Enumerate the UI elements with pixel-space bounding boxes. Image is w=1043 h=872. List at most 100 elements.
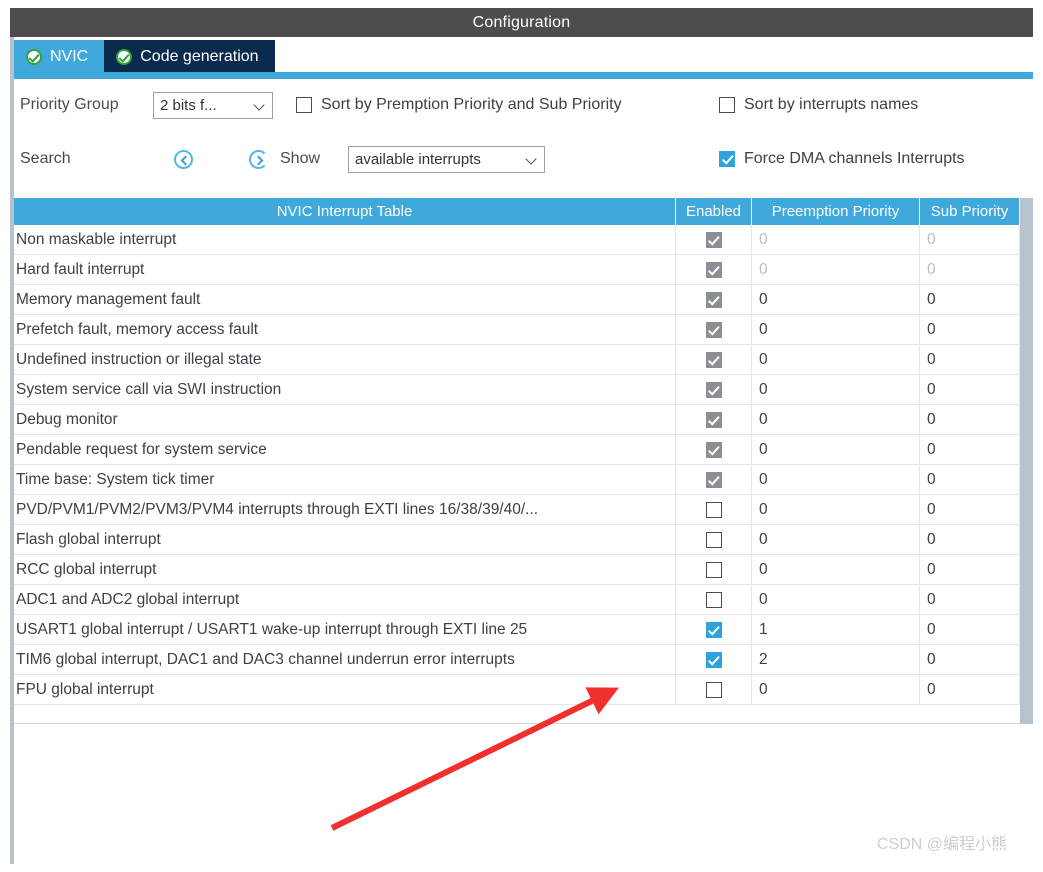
enabled-cell[interactable] xyxy=(676,645,752,674)
priority-group-value: 2 bits f... xyxy=(160,97,217,114)
enabled-checkbox[interactable] xyxy=(705,591,722,608)
show-filter-select[interactable]: available interrupts xyxy=(348,146,545,173)
enabled-cell[interactable] xyxy=(676,675,752,704)
enabled-checkbox[interactable] xyxy=(705,501,722,518)
table-row[interactable]: PVD/PVM1/PVM2/PVM3/PVM4 interrupts throu… xyxy=(14,495,1020,525)
enabled-cell[interactable] xyxy=(676,555,752,584)
sub-priority-cell[interactable]: 0 xyxy=(920,375,1020,404)
window-title-bar: Configuration xyxy=(10,8,1033,37)
table-row[interactable]: USART1 global interrupt / USART1 wake-up… xyxy=(14,615,1020,645)
preemption-priority-cell[interactable]: 2 xyxy=(752,645,920,674)
sub-priority-cell[interactable]: 0 xyxy=(920,645,1020,674)
enabled-cell[interactable] xyxy=(676,435,752,464)
interrupt-name-cell: Debug monitor xyxy=(14,405,676,434)
preemption-priority-cell[interactable]: 0 xyxy=(752,555,920,584)
preemption-priority-cell[interactable]: 0 xyxy=(752,465,920,494)
enabled-cell[interactable] xyxy=(676,285,752,314)
table-row[interactable]: Non maskable interrupt 0 0 xyxy=(14,225,1020,255)
sub-priority-cell[interactable]: 0 xyxy=(920,285,1020,314)
tab-underline-bar xyxy=(14,72,1033,79)
sort-by-names-checkbox-row[interactable]: Sort by interrupts names xyxy=(719,88,918,122)
sub-priority-cell[interactable]: 0 xyxy=(920,405,1020,434)
table-row[interactable]: System service call via SWI instruction 0… xyxy=(14,375,1020,405)
table-empty-area xyxy=(14,723,1020,860)
tab-code-generation[interactable]: Code generation xyxy=(104,40,275,73)
preemption-priority-cell[interactable]: 0 xyxy=(752,375,920,404)
column-header-preemption-priority[interactable]: Preemption Priority xyxy=(752,198,920,225)
table-row[interactable]: Debug monitor 0 0 xyxy=(14,405,1020,435)
preemption-priority-cell[interactable]: 0 xyxy=(752,525,920,554)
enabled-cell[interactable] xyxy=(676,375,752,404)
priority-group-select[interactable]: 2 bits f... xyxy=(153,92,273,119)
sub-priority-cell[interactable]: 0 xyxy=(920,555,1020,584)
preemption-priority-cell[interactable]: 0 xyxy=(752,495,920,524)
sub-priority-cell[interactable]: 0 xyxy=(920,315,1020,344)
sub-priority-cell[interactable]: 0 xyxy=(920,585,1020,614)
sub-priority-cell[interactable]: 0 xyxy=(920,525,1020,554)
enabled-cell[interactable] xyxy=(676,255,752,284)
page-title: Configuration xyxy=(472,13,571,31)
sort-by-premption-checkbox-row[interactable]: Sort by Premption Priority and Sub Prior… xyxy=(296,88,622,122)
force-dma-channels-checkbox[interactable] xyxy=(719,151,735,167)
circle-chevron-right-icon[interactable] xyxy=(249,150,268,169)
enabled-cell[interactable] xyxy=(676,345,752,374)
circle-chevron-left-icon[interactable] xyxy=(174,150,193,169)
enabled-cell[interactable] xyxy=(676,615,752,644)
sub-priority-cell[interactable]: 0 xyxy=(920,255,1020,284)
sub-priority-cell[interactable]: 0 xyxy=(920,465,1020,494)
table-row[interactable]: TIM6 global interrupt, DAC1 and DAC3 cha… xyxy=(14,645,1020,675)
preemption-priority-cell[interactable]: 0 xyxy=(752,285,920,314)
sort-by-interrupts-names-checkbox[interactable] xyxy=(719,97,735,113)
enabled-cell[interactable] xyxy=(676,525,752,554)
vertical-scrollbar[interactable] xyxy=(1020,198,1033,724)
preemption-priority-cell[interactable]: 0 xyxy=(752,435,920,464)
column-header-enabled[interactable]: Enabled xyxy=(676,198,752,225)
preemption-priority-cell[interactable]: 0 xyxy=(752,315,920,344)
enabled-cell[interactable] xyxy=(676,465,752,494)
enabled-checkbox[interactable] xyxy=(705,531,722,548)
sort-by-premption-label: Sort by Premption Priority and Sub Prior… xyxy=(321,96,622,113)
table-row[interactable]: Pendable request for system service 0 0 xyxy=(14,435,1020,465)
table-row[interactable]: RCC global interrupt 0 0 xyxy=(14,555,1020,585)
preemption-priority-cell[interactable]: 0 xyxy=(752,675,920,704)
priority-group-label: Priority Group xyxy=(20,96,119,113)
toolbar-row-search: Search Show available interrupts Force D… xyxy=(14,142,1033,176)
sub-priority-cell[interactable]: 0 xyxy=(920,615,1020,644)
table-row[interactable]: FPU global interrupt 0 0 xyxy=(14,675,1020,705)
table-row[interactable]: Undefined instruction or illegal state 0 0 xyxy=(14,345,1020,375)
enabled-checkbox[interactable] xyxy=(705,681,722,698)
sub-priority-cell[interactable]: 0 xyxy=(920,675,1020,704)
column-header-name[interactable]: NVIC Interrupt Table xyxy=(14,198,676,225)
preemption-priority-cell[interactable]: 1 xyxy=(752,615,920,644)
enabled-cell[interactable] xyxy=(676,405,752,434)
enabled-checkbox[interactable] xyxy=(705,561,722,578)
enabled-checkbox xyxy=(705,231,722,248)
table-row[interactable]: Hard fault interrupt 0 0 xyxy=(14,255,1020,285)
enabled-cell[interactable] xyxy=(676,585,752,614)
show-label: Show xyxy=(280,150,321,167)
enabled-cell[interactable] xyxy=(676,315,752,344)
table-row[interactable]: Flash global interrupt 0 0 xyxy=(14,525,1020,555)
table-row[interactable]: ADC1 and ADC2 global interrupt 0 0 xyxy=(14,585,1020,615)
column-header-sub-priority[interactable]: Sub Priority xyxy=(920,198,1020,225)
table-row[interactable]: Time base: System tick timer 0 0 xyxy=(14,465,1020,495)
enabled-checkbox[interactable] xyxy=(705,651,722,668)
table-row[interactable]: Memory management fault 0 0 xyxy=(14,285,1020,315)
preemption-priority-cell[interactable]: 0 xyxy=(752,585,920,614)
enabled-cell[interactable] xyxy=(676,495,752,524)
preemption-priority-cell[interactable]: 0 xyxy=(752,345,920,374)
tab-nvic[interactable]: NVIC xyxy=(14,40,105,73)
preemption-priority-cell[interactable]: 0 xyxy=(752,225,920,254)
sub-priority-cell[interactable]: 0 xyxy=(920,345,1020,374)
preemption-priority-cell[interactable]: 0 xyxy=(752,405,920,434)
preemption-priority-cell[interactable]: 0 xyxy=(752,255,920,284)
sub-priority-cell[interactable]: 0 xyxy=(920,495,1020,524)
force-dma-checkbox-row[interactable]: Force DMA channels Interrupts xyxy=(719,142,965,176)
table-row[interactable]: Prefetch fault, memory access fault 0 0 xyxy=(14,315,1020,345)
enabled-checkbox[interactable] xyxy=(705,621,722,638)
sub-priority-cell[interactable]: 0 xyxy=(920,435,1020,464)
sub-priority-cell[interactable]: 0 xyxy=(920,225,1020,254)
sort-by-premption-checkbox[interactable] xyxy=(296,97,312,113)
tab-code-generation-label: Code generation xyxy=(140,47,259,65)
enabled-cell[interactable] xyxy=(676,225,752,254)
